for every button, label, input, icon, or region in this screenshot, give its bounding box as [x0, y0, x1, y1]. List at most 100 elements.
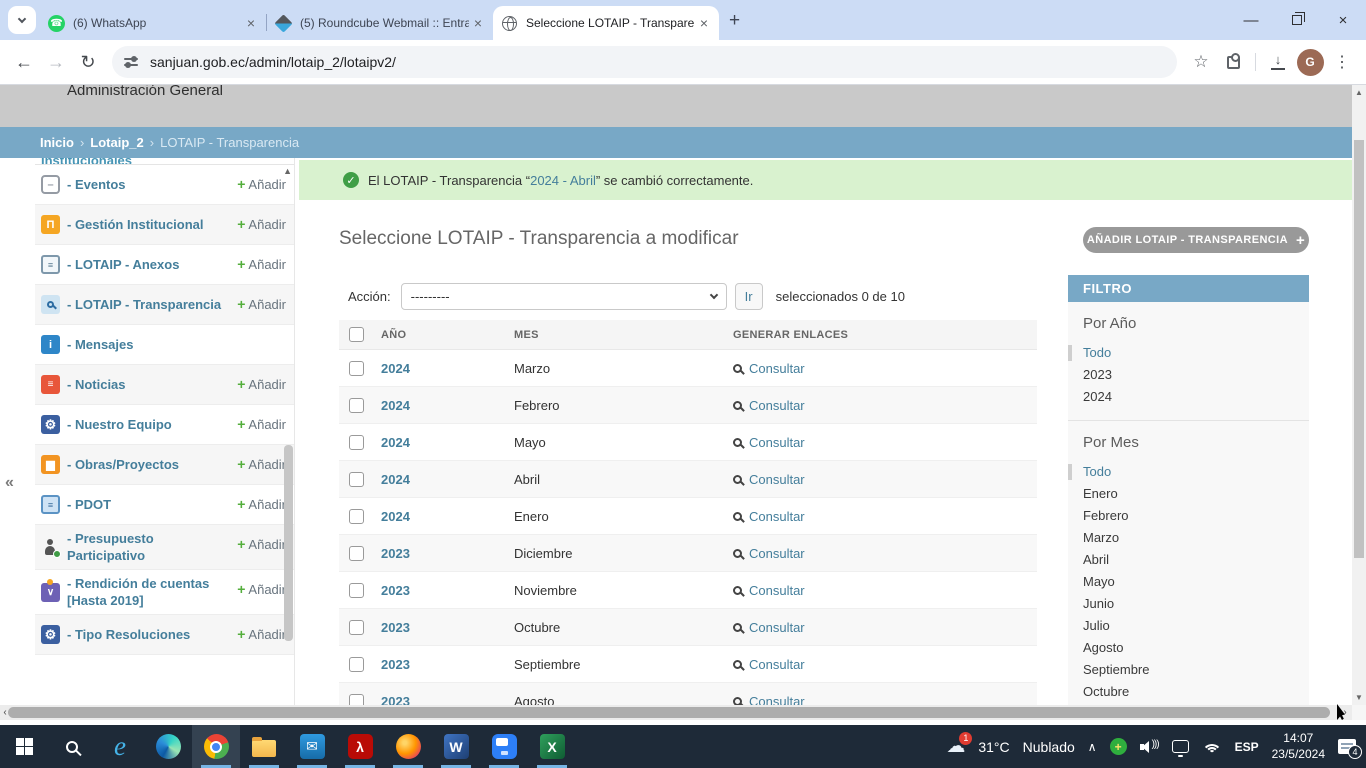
sidebar-item-tipo-resoluciones[interactable]: ⚙ - Tipo Resoluciones +Añadir: [35, 615, 294, 655]
scroll-down-icon[interactable]: ▼: [1352, 693, 1366, 702]
add-pdot-link[interactable]: +Añadir: [237, 496, 286, 512]
go-button[interactable]: Ir: [735, 283, 763, 310]
add-transparencia-link[interactable]: +Añadir: [237, 296, 286, 312]
url-text[interactable]: sanjuan.gob.ec/admin/lotaip_2/lotaipv2/: [150, 54, 396, 70]
row-checkbox[interactable]: [349, 435, 364, 450]
taskbar-mail[interactable]: ✉: [288, 725, 336, 768]
sidebar-item-presupuesto-participativo[interactable]: - Presupuesto Participativo +Añadir: [35, 525, 294, 570]
back-button[interactable]: ←: [8, 46, 40, 78]
clock[interactable]: 14:0723/5/2024: [1272, 731, 1325, 762]
reload-button[interactable]: ↻: [72, 46, 104, 78]
sidebar-item-label[interactable]: - Eventos: [67, 176, 184, 193]
consultar-link[interactable]: Consultar: [749, 361, 805, 376]
filter-option-2024[interactable]: 2024: [1083, 386, 1309, 408]
filter-option-agosto[interactable]: Agosto: [1083, 637, 1309, 659]
row-checkbox[interactable]: [349, 398, 364, 413]
profile-button[interactable]: G: [1294, 46, 1326, 78]
filter-option-month-todo[interactable]: Todo: [1083, 461, 1309, 483]
volume-icon[interactable]: ))): [1140, 739, 1159, 755]
close-icon[interactable]: ×: [469, 14, 487, 32]
wifi-icon[interactable]: [1202, 739, 1222, 754]
year-link[interactable]: 2024: [381, 398, 514, 413]
tab-search-button[interactable]: [8, 6, 36, 34]
sidebar-item-eventos[interactable]: – - Eventos +Añadir: [35, 165, 294, 205]
close-icon[interactable]: ×: [242, 14, 260, 32]
sidebar-section-institucionales[interactable]: Institucionales: [35, 158, 294, 165]
close-icon[interactable]: ×: [695, 14, 713, 32]
language-indicator[interactable]: ESP: [1235, 740, 1259, 754]
consultar-link[interactable]: Consultar: [749, 657, 805, 672]
row-checkbox[interactable]: [349, 694, 364, 706]
breadcrumb-section-link[interactable]: Lotaip_2: [90, 135, 143, 150]
select-all-checkbox[interactable]: [349, 327, 364, 342]
year-link[interactable]: 2024: [381, 472, 514, 487]
scroll-up-icon[interactable]: ▲: [1352, 88, 1366, 97]
row-checkbox[interactable]: [349, 620, 364, 635]
sidebar-item-pdot[interactable]: ≡ - PDOT +Añadir: [35, 485, 294, 525]
filter-option-febrero[interactable]: Febrero: [1083, 505, 1309, 527]
weather-condition[interactable]: Nublado: [1023, 739, 1075, 755]
sidebar-item-label[interactable]: - Gestión Institucional: [67, 216, 262, 233]
add-anexos-link[interactable]: +Añadir: [237, 256, 286, 272]
row-checkbox[interactable]: [349, 657, 364, 672]
taskbar-internet-explorer[interactable]: e: [96, 725, 144, 768]
year-link[interactable]: 2024: [381, 509, 514, 524]
extensions-button[interactable]: [1217, 46, 1249, 78]
column-header-year[interactable]: AÑO: [381, 329, 514, 341]
consultar-link[interactable]: Consultar: [749, 583, 805, 598]
vertical-scrollbar-thumb[interactable]: [1354, 140, 1364, 558]
sidebar-item-label[interactable]: - LOTAIP - Anexos: [67, 256, 237, 273]
sidebar-scroll-up-icon[interactable]: ▲: [283, 166, 292, 176]
consultar-link[interactable]: Consultar: [749, 509, 805, 524]
row-checkbox[interactable]: [349, 583, 364, 598]
consultar-link[interactable]: Consultar: [749, 398, 805, 413]
changed-object-link[interactable]: 2024 - Abril: [530, 173, 596, 188]
consultar-link[interactable]: Consultar: [749, 435, 805, 450]
sidebar-item-label[interactable]: - Nuestro Equipo: [67, 416, 230, 433]
downloads-button[interactable]: ↓: [1262, 46, 1294, 78]
add-lotaip-button[interactable]: AÑADIR LOTAIP - TRANSPARENCIA+: [1083, 227, 1309, 253]
close-window-button[interactable]: ×: [1320, 0, 1366, 40]
taskbar-file-explorer[interactable]: [240, 725, 288, 768]
sidebar-item-lotaip-anexos[interactable]: ≡ - LOTAIP - Anexos +Añadir: [35, 245, 294, 285]
consultar-link[interactable]: Consultar: [749, 694, 805, 706]
filter-option-septiembre[interactable]: Septiembre: [1083, 659, 1309, 681]
add-obras-link[interactable]: +Añadir: [237, 456, 286, 472]
filter-option-junio[interactable]: Junio: [1083, 593, 1309, 615]
filter-option-year-todo[interactable]: Todo: [1083, 342, 1309, 364]
weather-temperature[interactable]: 31°C: [978, 739, 1009, 755]
add-presupuesto-link[interactable]: +Añadir: [237, 536, 286, 552]
taskbar-firefox[interactable]: [384, 725, 432, 768]
taskbar-excel[interactable]: X: [528, 725, 576, 768]
consultar-link[interactable]: Consultar: [749, 620, 805, 635]
action-select[interactable]: ---------: [401, 283, 727, 310]
add-eventos-link[interactable]: +Añadir: [237, 176, 286, 192]
column-header-month[interactable]: MES: [514, 329, 733, 341]
filter-option-octubre[interactable]: Octubre: [1083, 681, 1309, 703]
sidebar-scrollbar-thumb[interactable]: [284, 445, 293, 641]
cast-icon[interactable]: [1172, 740, 1189, 753]
add-rendicion-link[interactable]: +Añadir: [237, 581, 286, 597]
year-link[interactable]: 2023: [381, 546, 514, 561]
antivirus-icon[interactable]: +: [1110, 738, 1127, 755]
tab-roundcube[interactable]: (5) Roundcube Webmail :: Entra ×: [267, 6, 493, 40]
taskbar-edge[interactable]: [144, 725, 192, 768]
forward-button[interactable]: →: [40, 46, 72, 78]
vertical-scrollbar[interactable]: ▲ ▼: [1352, 85, 1366, 705]
year-link[interactable]: 2023: [381, 583, 514, 598]
restore-button[interactable]: [1274, 0, 1320, 40]
filter-option-mayo[interactable]: Mayo: [1083, 571, 1309, 593]
horizontal-scrollbar-thumb[interactable]: [8, 707, 1330, 718]
add-resoluciones-link[interactable]: +Añadir: [237, 626, 286, 642]
sidebar-collapse-button[interactable]: «: [5, 474, 14, 492]
sidebar-item-lotaip-transparencia[interactable]: - LOTAIP - Transparencia +Añadir: [35, 285, 294, 325]
tab-lotaip-active[interactable]: Seleccione LOTAIP - Transparen ×: [493, 6, 719, 40]
taskbar-word[interactable]: W: [432, 725, 480, 768]
taskbar-clipchamp[interactable]: [480, 725, 528, 768]
taskbar-search-button[interactable]: [48, 725, 96, 768]
horizontal-scrollbar[interactable]: ‹ ›: [0, 705, 1352, 720]
sidebar-item-gestion-institucional[interactable]: Π - Gestión Institucional +Añadir: [35, 205, 294, 245]
sidebar-item-nuestro-equipo[interactable]: ⚙ - Nuestro Equipo +Añadir: [35, 405, 294, 445]
bookmark-button[interactable]: ☆: [1185, 46, 1217, 78]
breadcrumb-home-link[interactable]: Inicio: [40, 135, 74, 150]
